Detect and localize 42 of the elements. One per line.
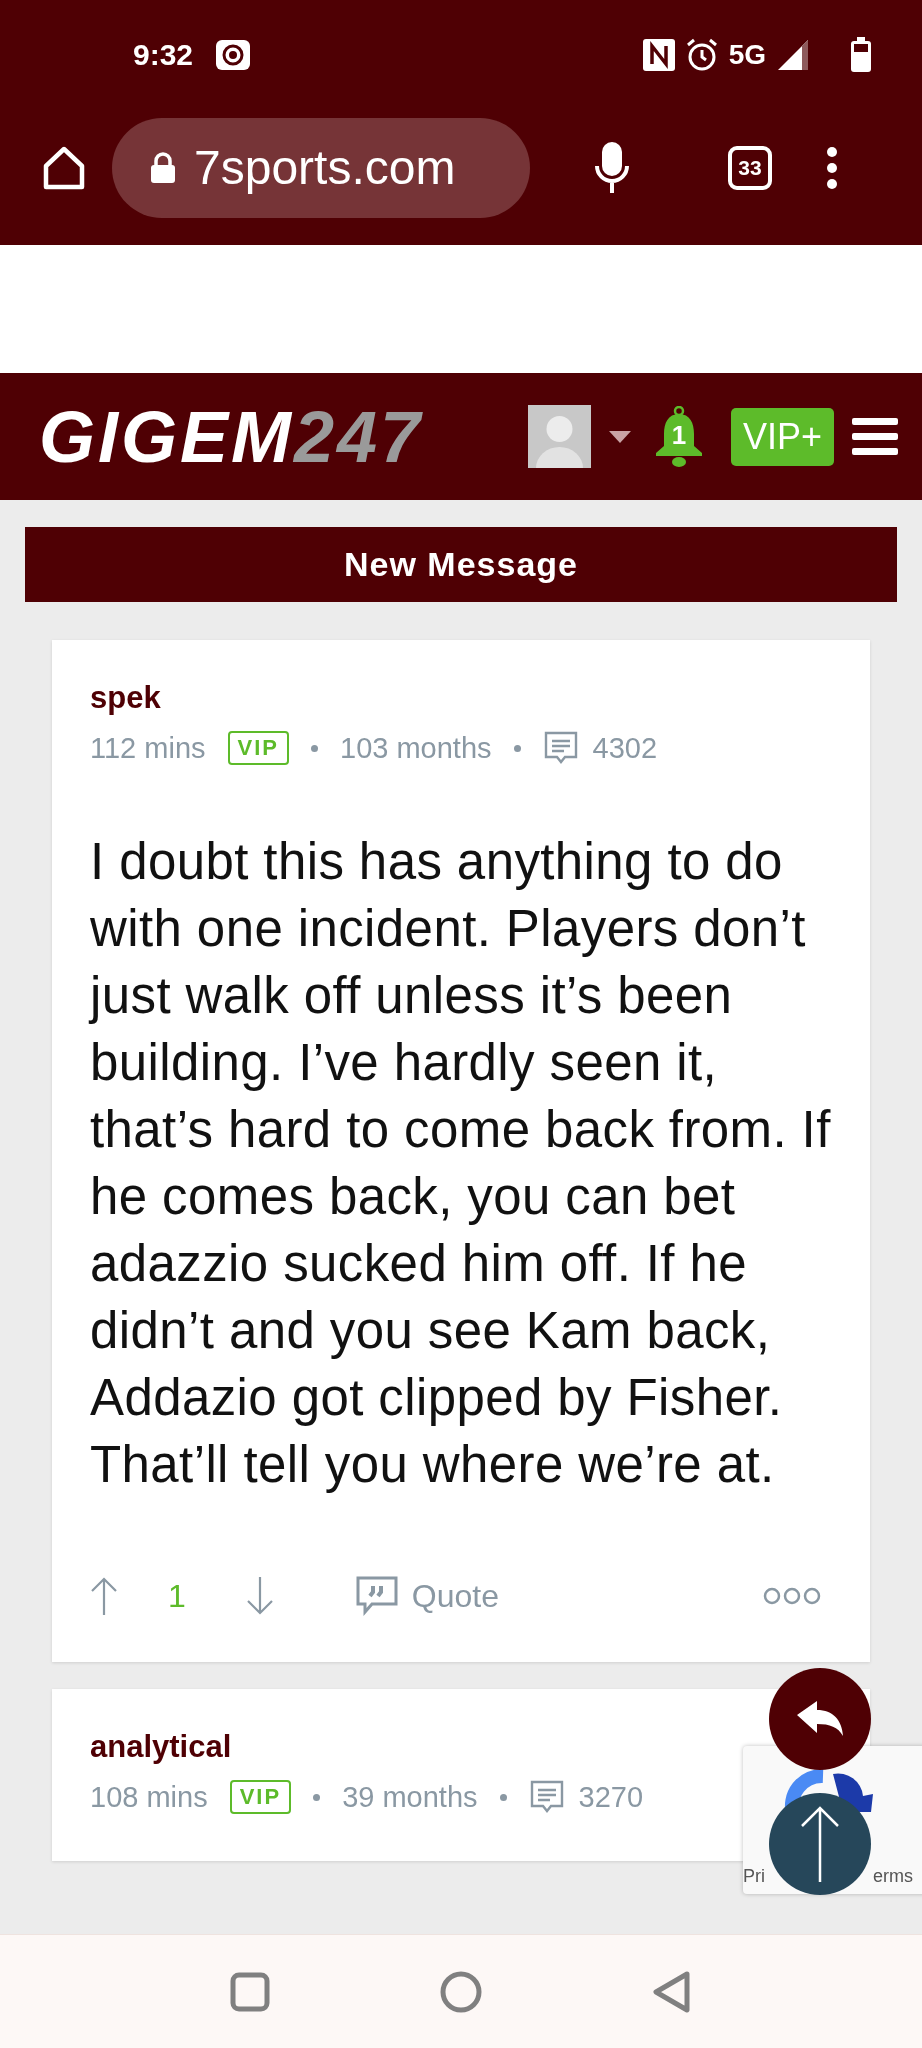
network-type: 5G — [728, 39, 766, 71]
arrow-up-icon — [800, 1806, 840, 1882]
battery-icon — [850, 37, 872, 73]
tab-count-button[interactable]: 33 — [728, 145, 772, 190]
menu-icon[interactable] — [852, 417, 898, 456]
address-bar[interactable]: 7sports.com — [112, 117, 530, 218]
section-title: New Message — [25, 527, 897, 602]
author-name[interactable]: spek — [90, 680, 161, 716]
back-icon[interactable] — [652, 1969, 692, 2014]
post-count: 3270 — [578, 1780, 644, 1814]
post-count: 4302 — [592, 731, 658, 765]
post-text: I doubt this has anything to do with one incident. Players don’t just walk off unless it’s been building. I’ve hardly seen it, that’s hard to come back from. If he comes back, you can bet adazzio sucked him off. If he didn’t and you see Kam back, Addazio got clipped by Fisher. That’ll tell you where we’re at. — [90, 832, 832, 1495]
member-tenure: 39 months — [342, 1780, 478, 1814]
vip-badge: VIP — [229, 1780, 292, 1814]
separator-dot — [513, 744, 521, 752]
vote-count: 1 — [168, 1577, 186, 1615]
post-time: 108 mins — [90, 1780, 208, 1814]
author-name[interactable]: analytical — [90, 1729, 232, 1765]
signal-icon — [776, 38, 810, 72]
member-tenure: 103 months — [340, 731, 492, 765]
downvote-icon[interactable] — [245, 1577, 274, 1615]
clock-time: 9:32 — [133, 38, 194, 72]
cast-icon — [215, 39, 252, 71]
upvote-icon[interactable] — [90, 1577, 118, 1615]
microphone-icon[interactable] — [594, 141, 630, 194]
caret-icon[interactable] — [608, 430, 631, 443]
vip-badge: VIP — [227, 731, 289, 765]
comment-icon — [528, 1779, 565, 1815]
nfc-icon — [642, 39, 675, 71]
recents-icon[interactable] — [230, 1971, 270, 2012]
quote-icon — [355, 1576, 398, 1616]
post-time: 112 mins — [90, 731, 206, 765]
more-icon[interactable] — [762, 1585, 822, 1607]
separator-dot — [313, 1793, 321, 1801]
site-logo[interactable]: GIGEM247 — [39, 395, 424, 478]
menu-icon[interactable] — [826, 145, 838, 190]
privacy-link[interactable]: Pri — [743, 1866, 765, 1887]
terms-link[interactable]: erms — [873, 1866, 913, 1887]
alarm-icon — [684, 38, 719, 72]
separator-dot — [311, 744, 318, 752]
comment-icon — [542, 730, 579, 766]
separator-dot — [499, 1793, 507, 1801]
